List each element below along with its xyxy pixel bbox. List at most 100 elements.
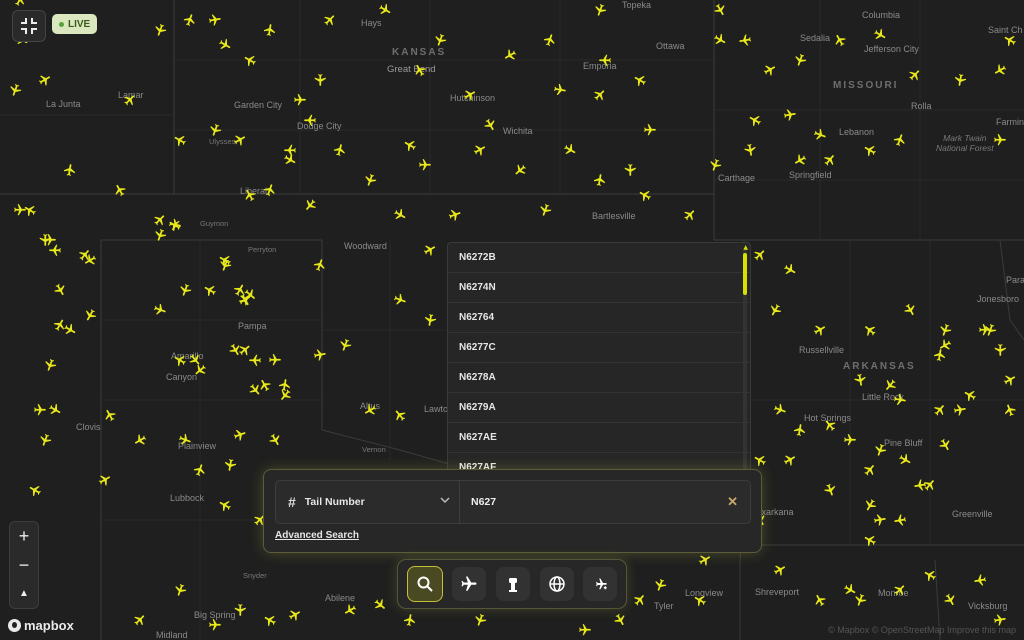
aircraft-icon[interactable] xyxy=(313,348,327,362)
aircraft-icon[interactable] xyxy=(378,3,392,17)
aircraft-icon[interactable] xyxy=(593,173,607,187)
aircraft-icon[interactable] xyxy=(303,113,317,127)
aircraft-icon[interactable] xyxy=(813,323,827,337)
aircraft-icon[interactable] xyxy=(153,213,167,227)
aircraft-icon[interactable] xyxy=(773,403,787,417)
aircraft-icon[interactable] xyxy=(683,208,697,222)
aircraft-icon[interactable] xyxy=(48,403,62,417)
aircraft-icon[interactable] xyxy=(503,48,517,62)
aircraft-icon[interactable] xyxy=(708,158,722,172)
aircraft-icon[interactable] xyxy=(243,188,257,202)
aircraft-icon[interactable] xyxy=(233,428,247,442)
aircraft-icon[interactable] xyxy=(333,143,347,157)
aircraft-icon[interactable] xyxy=(38,73,52,87)
aircraft-icon[interactable] xyxy=(873,28,887,42)
aircraft-icon[interactable] xyxy=(33,403,47,417)
collapse-fullscreen-button[interactable] xyxy=(12,10,46,42)
aircraft-icon[interactable] xyxy=(983,323,997,337)
aircraft-icon[interactable] xyxy=(713,3,727,17)
aircraft-icon[interactable] xyxy=(823,153,837,167)
aircraft-icon[interactable] xyxy=(53,283,67,297)
aircraft-icon[interactable] xyxy=(13,0,27,7)
aircraft-icon[interactable] xyxy=(238,343,252,357)
search-field-select[interactable]: # Tail Number xyxy=(276,481,460,523)
aircraft-icon[interactable] xyxy=(843,433,857,447)
scrollbar-thumb[interactable] xyxy=(743,253,747,295)
aircraft-icon[interactable] xyxy=(223,458,237,472)
aircraft-icon[interactable] xyxy=(248,383,262,397)
aircraft-icon[interactable] xyxy=(103,408,117,422)
aircraft-icon[interactable] xyxy=(743,143,757,157)
aircraft-icon[interactable] xyxy=(1003,373,1017,387)
aircraft-icon[interactable] xyxy=(893,393,907,407)
aircraft-icon[interactable] xyxy=(883,378,897,392)
aircraft-icon[interactable] xyxy=(28,483,42,497)
aircraft-icon[interactable] xyxy=(63,163,77,177)
scroll-up-icon[interactable]: ▲ xyxy=(743,244,748,251)
suggestion-item[interactable]: N6274N xyxy=(448,273,750,303)
aircraft-icon[interactable] xyxy=(993,343,1007,357)
aircraft-icon[interactable] xyxy=(178,283,192,297)
aircraft-icon[interactable] xyxy=(8,83,22,97)
aircraft-icon[interactable] xyxy=(563,143,577,157)
aircraft-icon[interactable] xyxy=(833,33,847,47)
aircraft-icon[interactable] xyxy=(953,73,967,87)
aircraft-icon[interactable] xyxy=(13,203,27,217)
aircraft-icon[interactable] xyxy=(178,433,192,447)
aircraft-icon[interactable] xyxy=(218,38,232,52)
aircraft-icon[interactable] xyxy=(268,433,282,447)
aircraft-icon[interactable] xyxy=(1003,33,1017,47)
aircraft-icon[interactable] xyxy=(263,183,277,197)
aircraft-icon[interactable] xyxy=(153,228,167,242)
aircraft-icon[interactable] xyxy=(938,338,952,352)
suggestion-dropdown[interactable]: N6272B N6274N N62764 N6277C N6278A N6279… xyxy=(447,242,751,476)
aircraft-icon[interactable] xyxy=(623,163,637,177)
aircraft-icon[interactable] xyxy=(793,423,807,437)
aircraft-icon[interactable] xyxy=(908,68,922,82)
aircraft-icon[interactable] xyxy=(173,353,187,367)
aircraft-icon[interactable] xyxy=(698,553,712,567)
zoom-out-button[interactable]: − xyxy=(10,551,38,580)
aircraft-icon[interactable] xyxy=(168,218,182,232)
aircraft-icon[interactable] xyxy=(418,158,432,172)
aircraft-icon[interactable] xyxy=(938,323,952,337)
aircraft-icon[interactable] xyxy=(153,303,167,317)
aircraft-icon[interactable] xyxy=(243,53,257,67)
aircraft-icon[interactable] xyxy=(413,63,427,77)
aircraft-icon[interactable] xyxy=(903,303,917,317)
aircraft-icon[interactable] xyxy=(553,83,567,97)
clear-icon[interactable]: ✕ xyxy=(727,494,738,510)
aircraft-icon[interactable] xyxy=(233,133,247,147)
aircraft-icon[interactable] xyxy=(238,293,252,307)
aircraft-icon[interactable] xyxy=(403,613,417,627)
aircraft-icon[interactable] xyxy=(863,533,877,547)
aircraft-icon[interactable] xyxy=(923,478,937,492)
advanced-search-link[interactable]: Advanced Search xyxy=(275,530,359,541)
aircraft-icon[interactable] xyxy=(773,563,787,577)
aircraft-icon[interactable] xyxy=(538,203,552,217)
aircraft-icon[interactable] xyxy=(188,353,202,367)
aircraft-icon[interactable] xyxy=(923,568,937,582)
aircraft-icon[interactable] xyxy=(393,408,407,422)
aircraft-icon[interactable] xyxy=(323,13,337,27)
dropdown-scrollbar[interactable] xyxy=(743,249,747,469)
aircraft-icon[interactable] xyxy=(173,133,187,147)
aircraft-icon[interactable] xyxy=(753,453,767,467)
aircraft-icon[interactable] xyxy=(403,138,417,152)
aircraft-icon[interactable] xyxy=(863,323,877,337)
aircraft-icon[interactable] xyxy=(863,498,877,512)
aircraft-icon[interactable] xyxy=(643,123,657,137)
aircraft-icon[interactable] xyxy=(793,153,807,167)
routes-tab-button[interactable] xyxy=(583,567,618,601)
aircraft-icon[interactable] xyxy=(863,463,877,477)
aircraft-icon[interactable] xyxy=(363,173,377,187)
aircraft-icon[interactable] xyxy=(218,258,232,272)
aircraft-icon[interactable] xyxy=(43,358,57,372)
aircraft-icon[interactable] xyxy=(578,623,592,637)
aircraft-icon[interactable] xyxy=(38,433,52,447)
aircraft-icon[interactable] xyxy=(278,388,292,402)
map-attribution[interactable]: © Mapbox © OpenStreetMap Improve this ma… xyxy=(828,625,1016,635)
aircraft-icon[interactable] xyxy=(133,433,147,447)
aircraft-icon[interactable] xyxy=(473,613,487,627)
aircraft-icon[interactable] xyxy=(853,373,867,387)
